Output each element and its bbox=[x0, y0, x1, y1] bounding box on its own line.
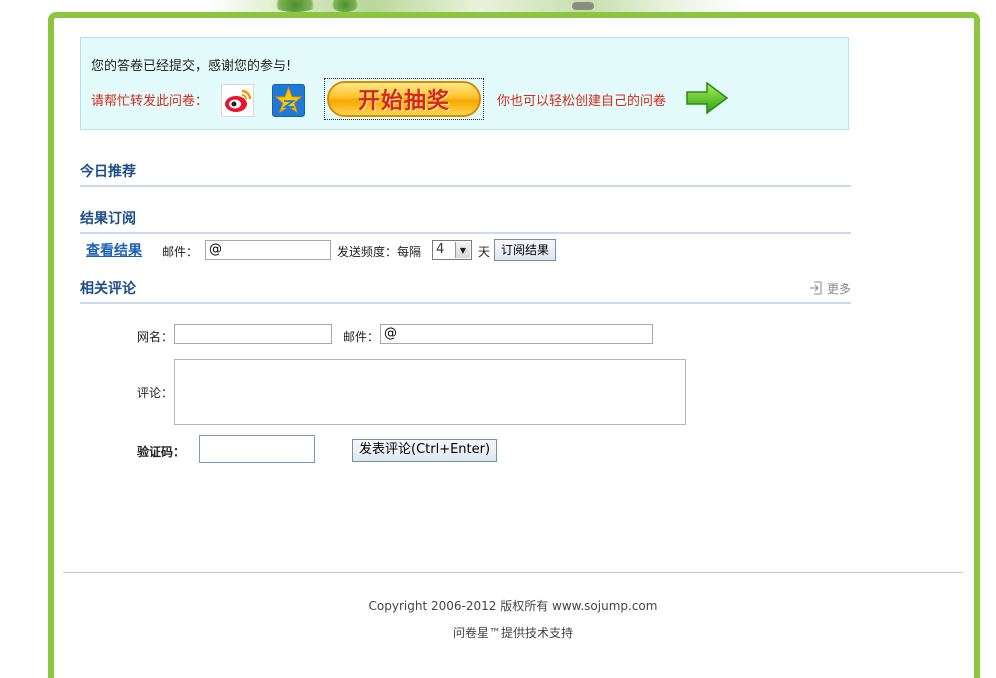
subscribe-email-label: 邮件： bbox=[162, 245, 199, 259]
weibo-share-icon[interactable] bbox=[221, 84, 254, 117]
comment-email-input[interactable]: @ bbox=[380, 324, 653, 344]
chevron-down-icon: ▼ bbox=[455, 242, 470, 258]
thanks-message: 您的答卷已经提交，感谢您的参与! bbox=[91, 59, 292, 74]
green-arrow-icon[interactable] bbox=[685, 81, 729, 115]
create-survey-link[interactable]: 你也可以轻松创建自己的问卷 bbox=[497, 90, 666, 109]
comment-textarea[interactable] bbox=[174, 359, 686, 425]
view-results-link[interactable]: 查看结果 bbox=[86, 240, 142, 260]
footer-copyright: Copyright 2006-2012 版权所有 www.sojump.com bbox=[368, 599, 658, 613]
section-title-subscribe: 结果订阅 bbox=[80, 208, 851, 234]
subscribe-email-input[interactable]: @ bbox=[205, 240, 331, 260]
footer-divider bbox=[63, 572, 963, 573]
start-lottery-label: 开始抽奖 bbox=[327, 81, 481, 117]
enter-icon bbox=[809, 281, 823, 298]
section-title-recommend: 今日推荐 bbox=[80, 161, 851, 187]
footer-powered-by: 问卷星™提供技术支持 bbox=[452, 626, 573, 640]
comment-email-label: 邮件： bbox=[343, 330, 380, 344]
days-label: 天 bbox=[478, 245, 491, 259]
share-label: 请帮忙转发此问卷： bbox=[91, 94, 209, 109]
qzone-share-icon[interactable] bbox=[272, 84, 305, 117]
captcha-label: 验证码： bbox=[137, 445, 186, 459]
name-input[interactable] bbox=[174, 324, 332, 344]
name-label: 网名： bbox=[137, 330, 174, 344]
subscribe-results-button[interactable]: 订阅结果 bbox=[494, 239, 557, 261]
section-title-comments: 相关评论 更多 bbox=[80, 278, 851, 304]
subscribe-row: 查看结果 邮件： @ 发送频度：每隔 4 ▼ 天 订阅结果 bbox=[80, 238, 851, 262]
frequency-label: 发送频度：每隔 bbox=[337, 245, 422, 259]
start-lottery-button[interactable]: 开始抽奖 bbox=[324, 78, 484, 120]
captcha-input[interactable] bbox=[199, 435, 315, 463]
more-comments-link[interactable]: 更多 bbox=[809, 280, 851, 298]
submission-notice: 您的答卷已经提交，感谢您的参与! 请帮忙转发此问卷： 开始抽奖 你也可以轻松创建… bbox=[80, 37, 849, 130]
comment-label: 评论： bbox=[137, 386, 174, 400]
frequency-select[interactable]: 4 ▼ bbox=[432, 240, 472, 260]
post-comment-button[interactable]: 发表评论(Ctrl+Enter) bbox=[352, 439, 498, 462]
